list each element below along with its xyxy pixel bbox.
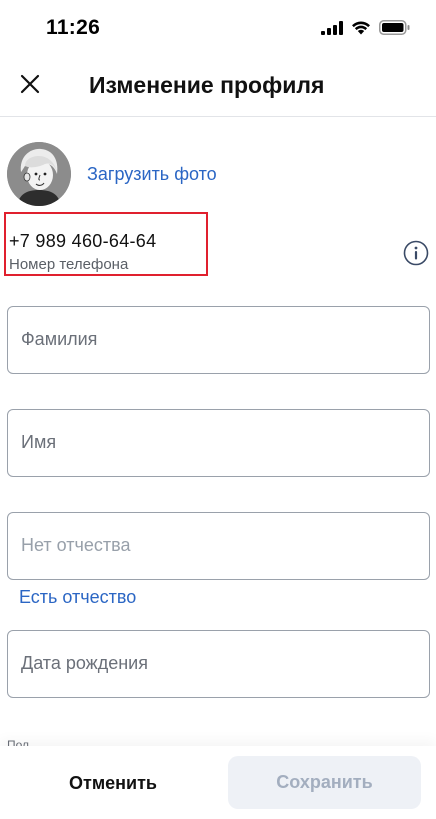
has-patronymic-link[interactable]: Есть отчество <box>19 587 136 608</box>
save-button[interactable]: Сохранить <box>228 756 421 809</box>
phone-number-block: +7 989 460-64-64 Номер телефона <box>4 212 208 276</box>
info-icon <box>403 240 429 270</box>
name-field[interactable]: Имя <box>7 409 430 477</box>
phone-number-value: +7 989 460-64-64 <box>9 231 157 251</box>
page-title: Изменение профиля <box>89 72 325 98</box>
close-button[interactable] <box>12 68 48 104</box>
surname-field[interactable]: Фамилия <box>7 306 430 374</box>
cancel-button[interactable]: Отменить <box>8 757 218 810</box>
wifi-icon <box>351 20 371 40</box>
status-time: 11:26 <box>46 16 101 39</box>
birth-date-field[interactable]: Дата рождения <box>7 630 430 698</box>
avatar[interactable] <box>7 142 71 206</box>
surname-placeholder: Фамилия <box>21 329 98 349</box>
phone-info-button[interactable] <box>403 240 429 266</box>
phone-number-label: Номер телефона <box>9 256 129 273</box>
birth-date-placeholder: Дата рождения <box>21 653 148 673</box>
status-icons <box>321 20 410 40</box>
cellular-signal-icon <box>321 20 343 40</box>
close-icon <box>20 74 40 99</box>
gender-label: Пол <box>7 738 30 746</box>
battery-icon <box>379 20 410 40</box>
name-placeholder: Имя <box>21 432 57 452</box>
bottom-action-bar: Отменить Сохранить <box>0 746 436 819</box>
upload-photo-link[interactable]: Загрузить фото <box>87 164 217 185</box>
status-bar: 11:26 <box>0 0 436 58</box>
header: Изменение профиля <box>0 58 436 117</box>
patronymic-field[interactable]: Нет отчества <box>7 512 430 580</box>
patronymic-placeholder: Нет отчества <box>21 535 131 555</box>
